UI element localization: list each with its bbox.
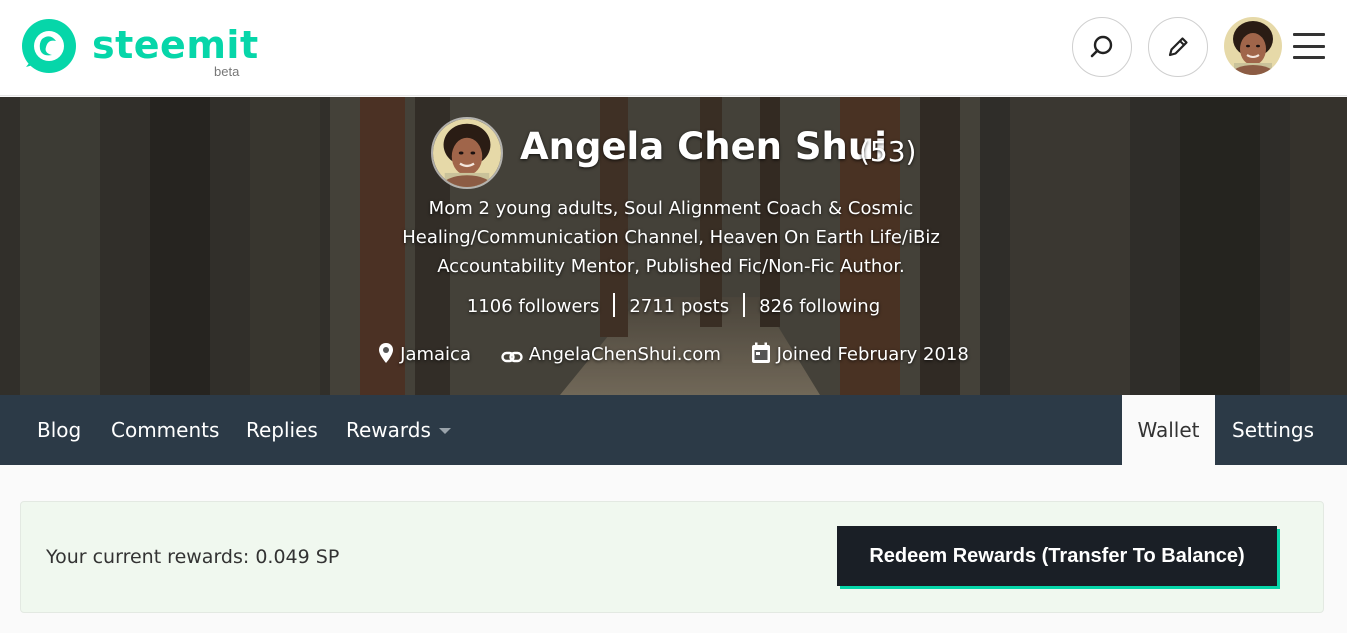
profile-header: Angela Chen Shui (53) Mom 2 young adults… [0,97,1347,395]
tab-settings[interactable]: Settings [1215,395,1331,465]
tab-wallet[interactable]: Wallet [1122,395,1215,465]
avatar [433,119,501,187]
search-icon [1090,35,1113,58]
link-icon [501,351,523,363]
website[interactable]: AngelaChenShui.com [501,344,721,365]
tab-replies[interactable]: Replies [229,395,335,465]
reputation-score: (53) [859,135,917,168]
tab-comments[interactable]: Comments [94,395,236,465]
top-bar: steemit beta [0,0,1347,96]
tab-rewards-label: Rewards [346,418,431,442]
user-avatar-button[interactable] [1224,17,1282,75]
following-link[interactable]: 826 following [759,296,880,317]
current-rewards-text: Your current rewards: 0.049 SP [46,546,340,568]
search-button[interactable] [1072,17,1132,77]
chevron-down-icon [438,428,451,434]
join-date: Joined February 2018 [751,342,969,365]
profile-tabs: Blog Comments Replies Rewards Wallet Set… [0,395,1347,465]
posts-count: 2711 posts [629,296,730,317]
location: Jamaica [378,342,471,365]
stats-divider [743,293,746,317]
write-post-button[interactable] [1148,17,1208,77]
beta-badge: beta [214,64,240,79]
steemit-logo-icon [22,19,76,73]
calendar-icon [751,342,770,363]
location-text: Jamaica [400,344,471,365]
avatar [1224,17,1282,75]
profile-name: Angela Chen Shui [520,125,887,168]
redeem-rewards-button[interactable]: Redeem Rewards (Transfer To Balance) [837,526,1277,586]
pencil-icon [1168,37,1188,57]
brand-name: steemit [92,23,259,67]
tab-blog[interactable]: Blog [20,395,98,465]
profile-avatar [431,117,503,189]
rewards-panel: Your current rewards: 0.049 SP Redeem Re… [20,501,1324,613]
stats-divider [613,293,616,317]
hamburger-icon[interactable] [1293,33,1325,59]
steemit-logo[interactable]: steemit beta [20,17,260,79]
profile-stats: 1106 followers 2711 posts 826 following [0,293,1347,317]
website-link[interactable]: AngelaChenShui.com [529,344,721,365]
tab-rewards[interactable]: Rewards [329,395,468,465]
profile-meta: Jamaica AngelaChenShui.com Joined Februa… [0,342,1347,365]
profile-about: Mom 2 young adults, Soul Alignment Coach… [402,198,940,277]
location-pin-icon [379,343,394,363]
followers-link[interactable]: 1106 followers [467,296,599,317]
join-date-text: Joined February 2018 [776,344,969,365]
